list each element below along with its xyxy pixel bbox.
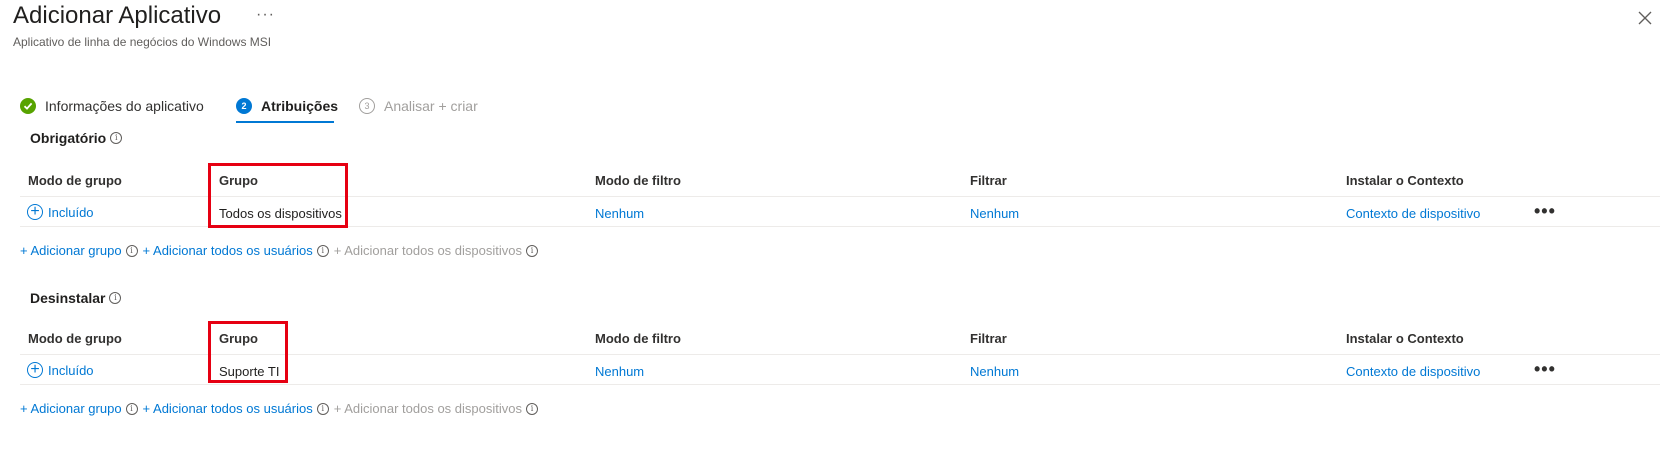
section-title-uninstall: Desinstalar i: [30, 290, 122, 306]
column-header-install-context: Instalar o Contexto: [1346, 173, 1464, 188]
info-icon[interactable]: i: [316, 244, 329, 257]
highlight-box: [208, 163, 348, 228]
section-title-text: Desinstalar: [30, 290, 106, 306]
tab-review-create-label: Analisar + criar: [384, 98, 478, 114]
column-header-filter: Filtrar: [970, 173, 1007, 188]
add-all-users-link[interactable]: + Adicionar todos os usuários: [143, 243, 313, 258]
add-group-link[interactable]: + Adicionar grupo: [20, 401, 122, 416]
row-more-icon[interactable]: •••: [1534, 201, 1556, 222]
section-title-required: Obrigatório i: [30, 130, 123, 146]
info-icon[interactable]: i: [125, 244, 138, 257]
info-icon[interactable]: i: [316, 402, 329, 415]
group-mode-text: Incluído: [48, 362, 94, 378]
group-mode-link[interactable]: + Incluído: [27, 362, 94, 378]
info-icon[interactable]: i: [525, 244, 538, 257]
add-circle-icon: +: [27, 362, 43, 378]
tab-app-info-label: Informações do aplicativo: [45, 98, 204, 114]
group-mode-text: Incluído: [48, 204, 94, 220]
install-context-link[interactable]: Contexto de dispositivo: [1346, 206, 1480, 221]
group-mode-link[interactable]: + Incluído: [27, 204, 94, 220]
required-actions: + Adicionar grupo i + Adicionar todos os…: [20, 243, 543, 258]
page-subtitle: Aplicativo de linha de negócios do Windo…: [13, 35, 272, 49]
page-title: Adicionar Aplicativo: [13, 2, 222, 29]
column-header-install-context: Instalar o Contexto: [1346, 331, 1464, 346]
filter-mode-link[interactable]: Nenhum: [595, 364, 644, 379]
add-all-devices-link: + Adicionar todos os dispositivos: [333, 243, 522, 258]
info-icon[interactable]: i: [109, 292, 122, 304]
step-number-badge: 2: [236, 98, 252, 114]
add-all-users-link[interactable]: + Adicionar todos os usuários: [143, 401, 313, 416]
add-all-devices-link: + Adicionar todos os dispositivos: [333, 401, 522, 416]
info-icon[interactable]: i: [525, 402, 538, 415]
filter-link[interactable]: Nenhum: [970, 206, 1019, 221]
close-icon[interactable]: [1635, 8, 1655, 28]
info-icon[interactable]: i: [110, 132, 123, 144]
column-header-group-mode: Modo de grupo: [28, 331, 122, 346]
section-title-text: Obrigatório: [30, 130, 107, 146]
row-more-icon[interactable]: •••: [1534, 359, 1556, 380]
uninstall-actions: + Adicionar grupo i + Adicionar todos os…: [20, 401, 543, 416]
tab-review-create: 3 Analisar + criar: [359, 96, 478, 116]
checkmark-icon: [20, 98, 36, 114]
info-icon[interactable]: i: [125, 402, 138, 415]
tab-assignments[interactable]: 2 Atribuições: [236, 96, 338, 116]
add-circle-icon: +: [27, 204, 43, 220]
add-group-link[interactable]: + Adicionar grupo: [20, 243, 122, 258]
column-header-filter: Filtrar: [970, 331, 1007, 346]
step-number-badge: 3: [359, 98, 375, 114]
highlight-box: [208, 321, 288, 383]
divider: [20, 384, 1660, 385]
filter-link[interactable]: Nenhum: [970, 364, 1019, 379]
tab-assignments-label: Atribuições: [261, 98, 339, 114]
column-header-filter-mode: Modo de filtro: [595, 331, 681, 346]
column-header-filter-mode: Modo de filtro: [595, 173, 681, 188]
active-tab-indicator: [236, 121, 334, 123]
install-context-link[interactable]: Contexto de dispositivo: [1346, 364, 1480, 379]
filter-mode-link[interactable]: Nenhum: [595, 206, 644, 221]
more-options-icon[interactable]: ···: [256, 6, 275, 24]
tab-app-info[interactable]: Informações do aplicativo: [20, 96, 204, 116]
column-header-group-mode: Modo de grupo: [28, 173, 122, 188]
